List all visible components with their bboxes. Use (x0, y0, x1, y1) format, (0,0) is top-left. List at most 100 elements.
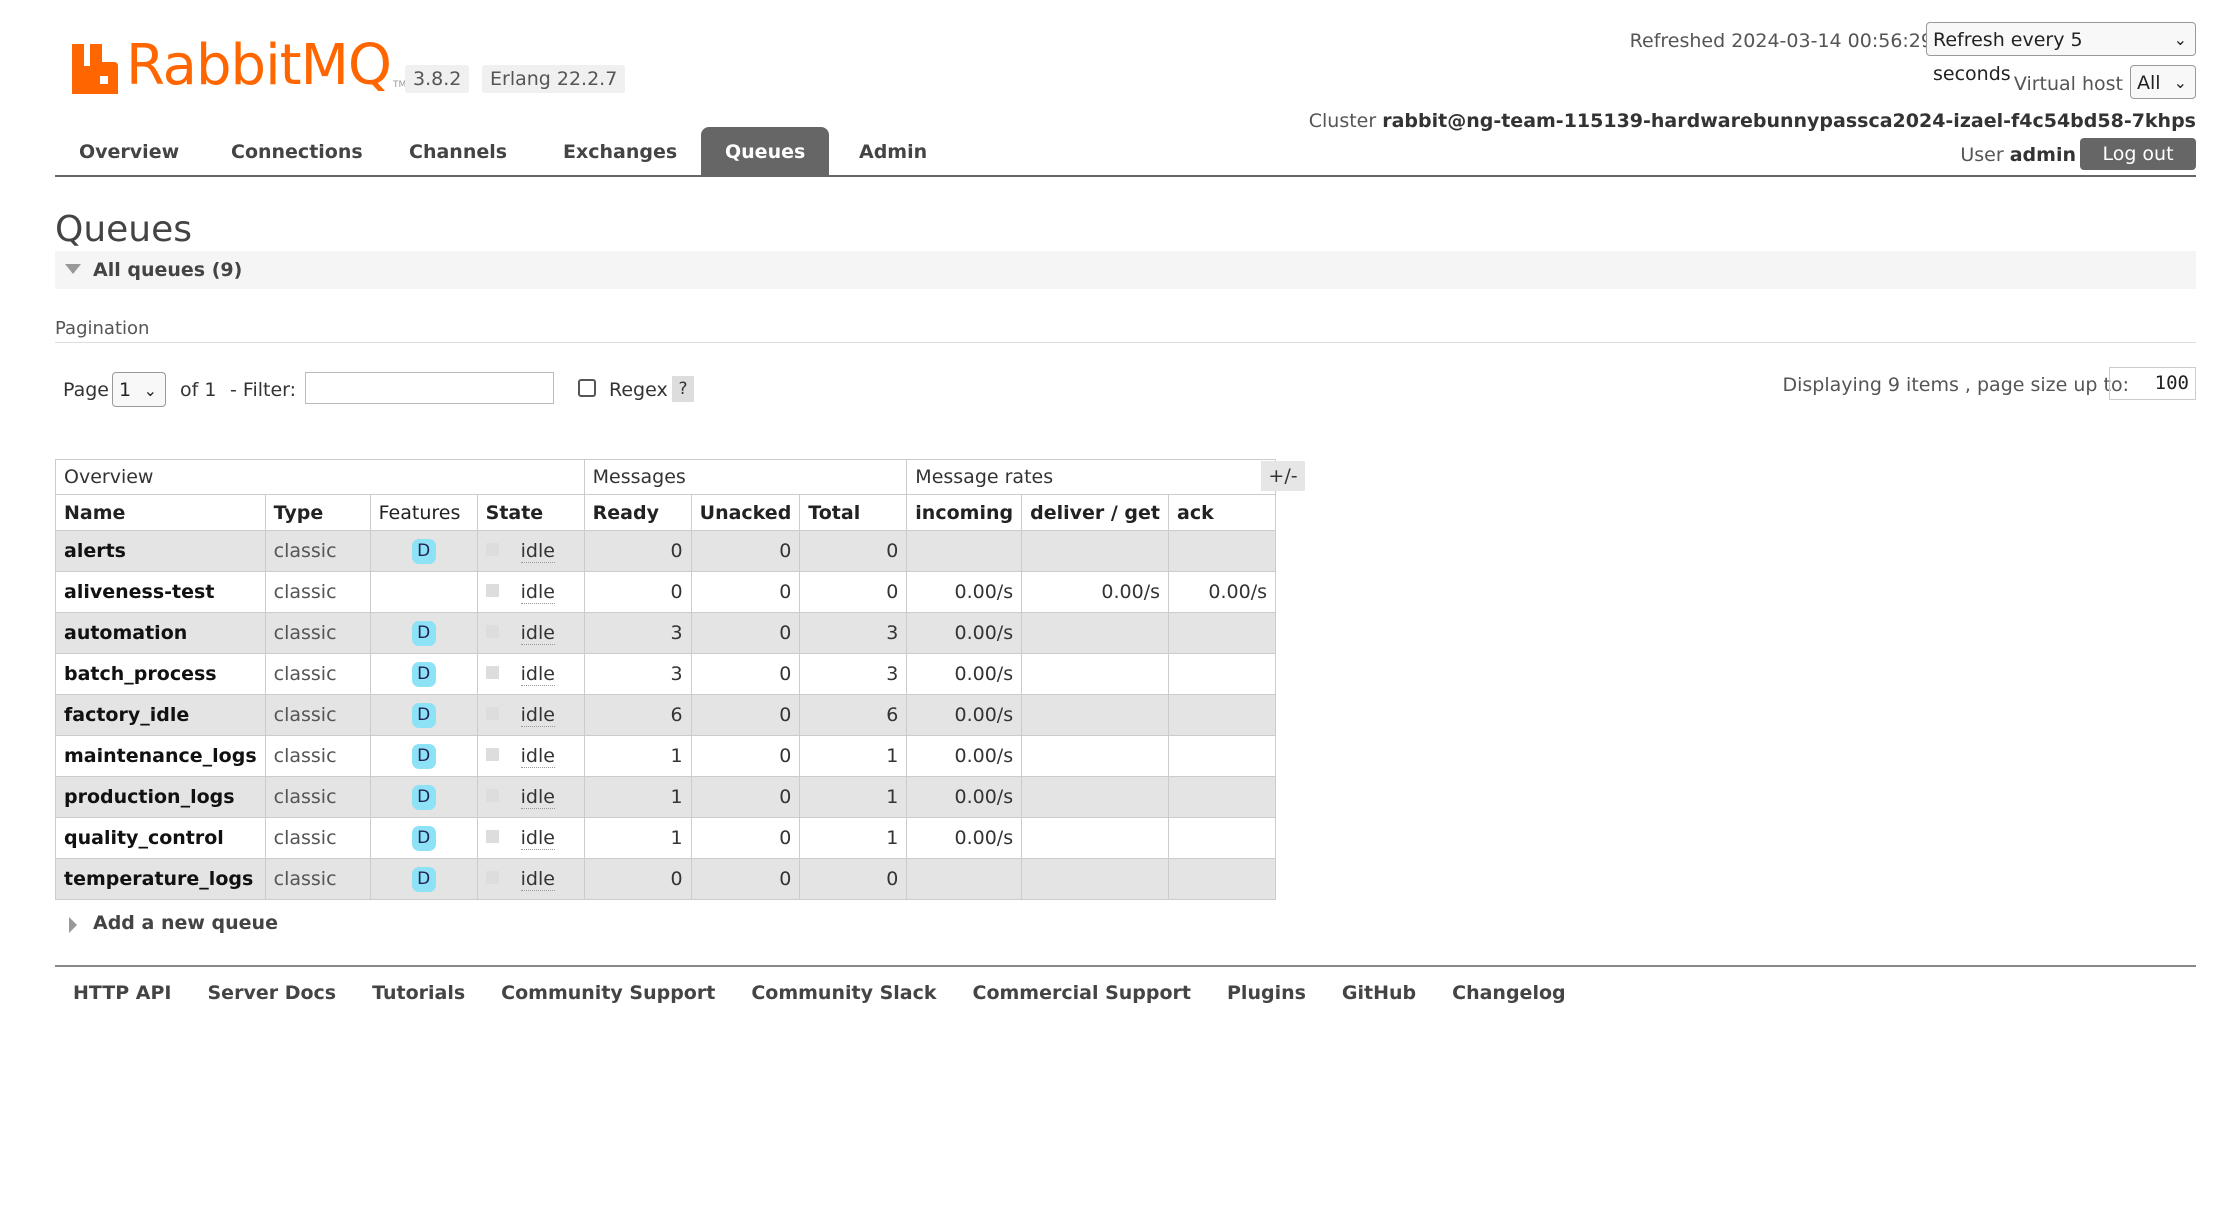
queue-unacked-count: 0 (690, 530, 801, 572)
rabbitmq-logo[interactable]: RabbitMQ TM (72, 34, 406, 94)
queue-name-link[interactable]: factory_idle (55, 694, 266, 736)
state-indicator-icon (485, 830, 499, 843)
queue-incoming-rate: 0.00/s (906, 694, 1023, 736)
regex-checkbox[interactable] (578, 379, 596, 397)
queue-ready-count: 1 (583, 817, 692, 859)
queue-incoming-rate: 0.00/s (906, 653, 1023, 695)
queue-ack-rate (1168, 612, 1276, 654)
group-messages-header: Messages (583, 459, 908, 495)
regex-label: Regex (609, 379, 668, 401)
virtual-host-label: Virtual host (2013, 73, 2123, 95)
footer-link-changelog[interactable]: Changelog (1452, 980, 1565, 1006)
tab-channels[interactable]: Channels (385, 127, 531, 175)
state-indicator-icon (485, 543, 499, 556)
footer-link-tutorials[interactable]: Tutorials (372, 980, 465, 1006)
page-title: Queues (55, 209, 193, 250)
col-unacked-header[interactable]: Unacked (690, 494, 801, 531)
state-indicator-icon (485, 871, 499, 884)
queue-ack-rate (1168, 653, 1276, 695)
col-name-header[interactable]: Name (55, 494, 266, 531)
col-state-header[interactable]: State (476, 494, 585, 531)
virtual-host-value: All (2137, 72, 2161, 94)
queues-table: Overview Messages Message rates Name Typ… (55, 459, 1276, 900)
queue-ready-count: 1 (583, 776, 692, 818)
queue-state: idle (476, 817, 585, 859)
footer-link-server-docs[interactable]: Server Docs (208, 980, 337, 1006)
queue-type: classic (264, 612, 371, 654)
queue-deliver-rate (1021, 612, 1169, 654)
queue-unacked-count: 0 (690, 858, 801, 900)
chevron-down-icon: ⌄ (2173, 30, 2187, 49)
queue-name-link[interactable]: production_logs (55, 776, 266, 818)
queue-total-count: 1 (799, 735, 908, 777)
queue-ready-count: 0 (583, 858, 692, 900)
queue-name-link[interactable]: maintenance_logs (55, 735, 266, 777)
queue-ready-count: 0 (583, 571, 692, 613)
queue-deliver-rate (1021, 735, 1169, 777)
regex-help-icon[interactable]: ? (672, 376, 694, 402)
queue-features: D (369, 858, 478, 900)
main-nav-tabs: Overview Connections Channels Exchanges … (55, 127, 2196, 177)
footer-link-http-api[interactable]: HTTP API (73, 980, 172, 1006)
footer-link-community-support[interactable]: Community Support (501, 980, 715, 1006)
queue-name-link[interactable]: aliveness-test (55, 571, 266, 613)
logo-wordmark: RabbitMQ (126, 33, 392, 98)
queue-name-link[interactable]: quality_control (55, 817, 266, 859)
queue-ack-rate (1168, 735, 1276, 777)
queue-deliver-rate (1021, 776, 1169, 818)
queue-incoming-rate: 0.00/s (906, 735, 1023, 777)
tab-exchanges[interactable]: Exchanges (539, 127, 701, 175)
col-incoming-header[interactable]: incoming (906, 494, 1023, 531)
footer-links: HTTP API Server Docs Tutorials Community Su… (55, 980, 1584, 1006)
queue-features: D (369, 735, 478, 777)
queue-total-count: 0 (799, 571, 908, 613)
queue-ready-count: 6 (583, 694, 692, 736)
queue-state: idle (476, 612, 585, 654)
state-label: idle (520, 663, 555, 686)
footer-link-commercial-support[interactable]: Commercial Support (973, 980, 1192, 1006)
footer-link-plugins[interactable]: Plugins (1227, 980, 1306, 1006)
tab-overview[interactable]: Overview (55, 127, 203, 175)
refresh-interval-select[interactable]: Refresh every 5 seconds ⌄ (1926, 22, 2196, 85)
col-deliver-get-header[interactable]: deliver / get (1021, 494, 1169, 531)
durable-badge: D (411, 702, 436, 728)
col-type-header[interactable]: Type (264, 494, 371, 531)
group-message-rates-header: Message rates (906, 459, 1276, 495)
table-row: factory_idle classic Didle 6 0 6 0.00/s (55, 694, 1276, 736)
page-size-input[interactable]: 100 (2109, 367, 2196, 400)
column-toggle-button[interactable]: +/- (1261, 461, 1305, 491)
table-row: production_logs classic Didle 1 0 1 0.00/s (55, 776, 1276, 818)
filter-input[interactable] (305, 372, 554, 404)
tab-connections[interactable]: Connections (207, 127, 387, 175)
page-select[interactable]: 1 ⌄ (112, 372, 166, 407)
state-label: idle (520, 622, 555, 645)
queue-name-link[interactable]: temperature_logs (55, 858, 266, 900)
queue-ready-count: 1 (583, 735, 692, 777)
queue-unacked-count: 0 (690, 776, 801, 818)
queue-name-link[interactable]: automation (55, 612, 266, 654)
queue-ack-rate: 0.00/s (1168, 571, 1276, 613)
queue-features: D (369, 530, 478, 572)
virtual-host-select[interactable]: All ⌄ (2130, 65, 2196, 99)
queue-name-link[interactable]: alerts (55, 530, 266, 572)
queue-ack-rate (1168, 817, 1276, 859)
footer-link-community-slack[interactable]: Community Slack (751, 980, 936, 1006)
durable-badge: D (411, 661, 436, 687)
table-row: batch_process classic Didle 3 0 3 0.00/s (55, 653, 1276, 695)
queue-incoming-rate (906, 858, 1023, 900)
queue-deliver-rate (1021, 858, 1169, 900)
tab-queues[interactable]: Queues (701, 127, 830, 175)
table-row: automation classic Didle 3 0 3 0.00/s (55, 612, 1276, 654)
durable-badge: D (411, 743, 436, 769)
col-ack-header[interactable]: ack (1168, 494, 1276, 531)
col-total-header[interactable]: Total (799, 494, 908, 531)
state-label: idle (520, 540, 555, 563)
col-ready-header[interactable]: Ready (583, 494, 692, 531)
queue-total-count: 1 (799, 776, 908, 818)
all-queues-section-toggle[interactable]: All queues (9) (55, 251, 2196, 289)
chevron-down-icon: ⌄ (2173, 73, 2187, 92)
tab-admin[interactable]: Admin (835, 127, 951, 175)
durable-badge: D (411, 538, 436, 564)
queue-name-link[interactable]: batch_process (55, 653, 266, 695)
footer-link-github[interactable]: GitHub (1342, 980, 1416, 1006)
